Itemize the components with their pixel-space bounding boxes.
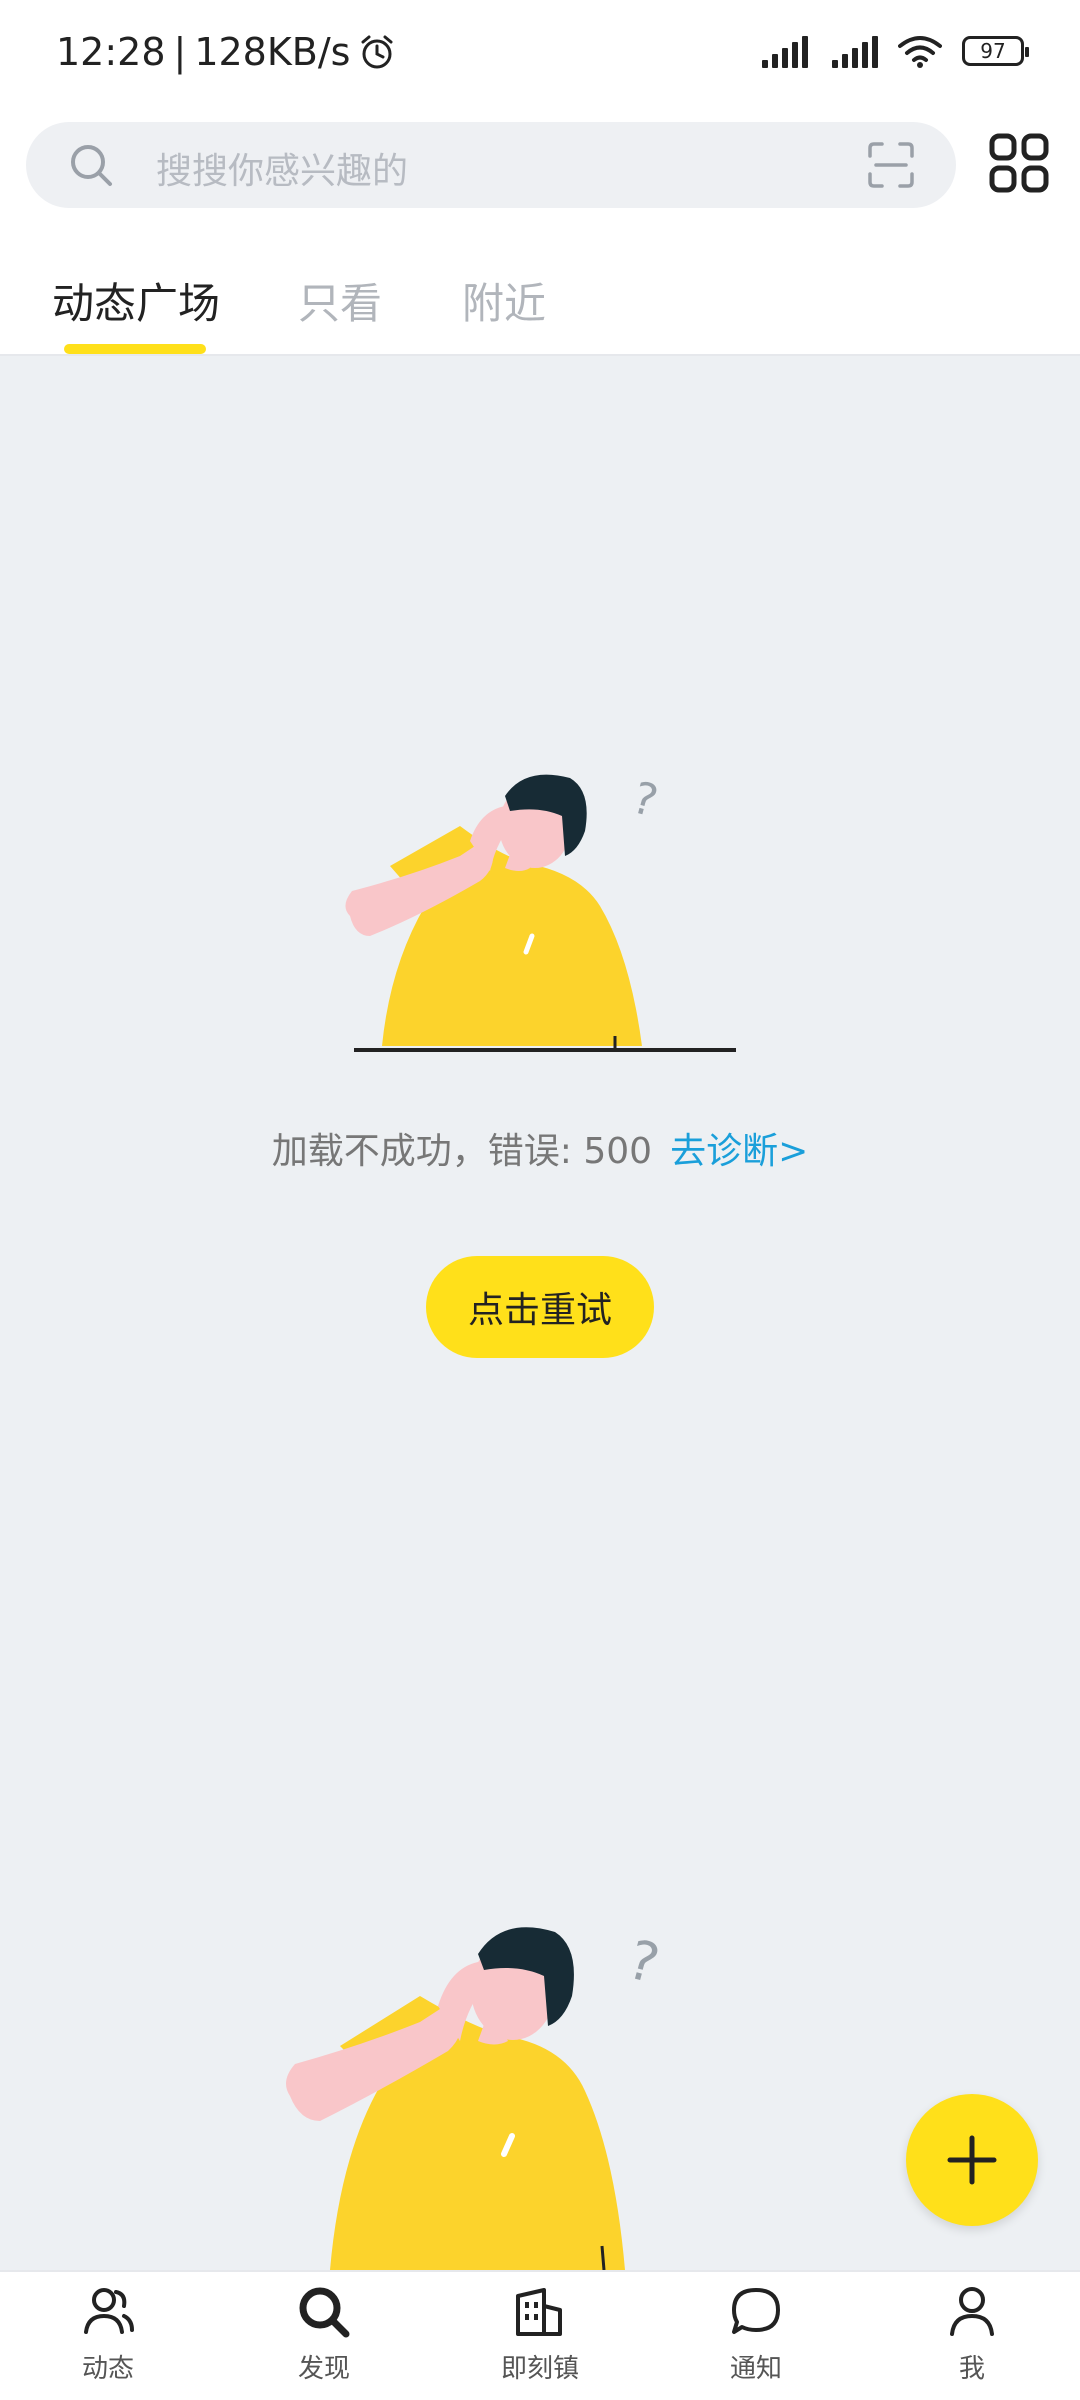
search-icon bbox=[299, 2287, 350, 2338]
diagnose-link[interactable]: 去诊断> bbox=[670, 1131, 808, 1172]
confused-person-illustration: ? bbox=[345, 772, 736, 1052]
tab-following[interactable]: 只看 bbox=[298, 270, 382, 331]
nav-item-notifications[interactable]: 通知 bbox=[686, 2282, 826, 2400]
nav-label: 通知 bbox=[729, 2354, 782, 2384]
nav-item-town[interactable]: 即刻镇 bbox=[470, 2282, 610, 2400]
person-icon bbox=[950, 2287, 994, 2336]
wifi-icon bbox=[898, 36, 942, 68]
alarm-icon bbox=[361, 35, 393, 69]
status-left: 12:28 | 128KB/s bbox=[56, 30, 396, 74]
status-time: 12:28 bbox=[56, 30, 166, 74]
confused-person-illustration: ? bbox=[286, 1927, 666, 2270]
error-message-row: 加载不成功，错误: 500 去诊断> bbox=[0, 1122, 1080, 1174]
tab-active-indicator bbox=[64, 344, 206, 354]
signal-icon bbox=[828, 34, 878, 68]
nav-label: 发现 bbox=[297, 2354, 350, 2384]
content-area: ? 加载不成功，错误: 500 去诊断> 点击重试 ? bbox=[0, 356, 1080, 2270]
create-post-button[interactable] bbox=[906, 2094, 1038, 2226]
tab-bar: 动态广场 只看 附近 bbox=[0, 250, 1080, 356]
building-icon bbox=[516, 2288, 562, 2336]
nav-label: 我 bbox=[958, 2354, 985, 2384]
tab-square[interactable]: 动态广场 bbox=[52, 270, 220, 331]
bottom-nav: 动态 发现 即刻镇 通知 我 bbox=[0, 2270, 1080, 2400]
nav-item-feed[interactable]: 动态 bbox=[38, 2282, 178, 2400]
nav-label: 动态 bbox=[81, 2354, 134, 2384]
status-divider: | bbox=[173, 30, 187, 74]
status-bar: 12:28 | 128KB/s 97 bbox=[0, 0, 1080, 110]
battery-icon: 97 bbox=[962, 36, 1029, 66]
nav-item-me[interactable]: 我 bbox=[902, 2282, 1042, 2400]
people-icon bbox=[84, 2288, 134, 2334]
signal-icon bbox=[758, 34, 808, 68]
status-speed: 128KB/s bbox=[194, 30, 351, 74]
chat-bubble-icon bbox=[732, 2288, 780, 2334]
grid-menu-icon[interactable] bbox=[988, 132, 1050, 194]
svg-text:?: ? bbox=[622, 1928, 666, 1996]
nav-item-discover[interactable]: 发现 bbox=[254, 2282, 394, 2400]
scan-icon[interactable] bbox=[866, 140, 916, 190]
retry-button[interactable]: 点击重试 bbox=[426, 1256, 654, 1358]
error-message: 加载不成功，错误: 500 bbox=[271, 1131, 653, 1172]
tab-nearby[interactable]: 附近 bbox=[462, 270, 546, 331]
search-bar[interactable]: 搜搜你感兴趣的 bbox=[26, 122, 956, 208]
search-input[interactable]: 搜搜你感兴趣的 bbox=[156, 142, 408, 194]
plus-icon bbox=[947, 2135, 997, 2185]
search-icon bbox=[71, 145, 112, 186]
svg-text:?: ? bbox=[627, 772, 663, 827]
status-right: 97 bbox=[758, 34, 1029, 68]
nav-label: 即刻镇 bbox=[500, 2354, 579, 2384]
battery-level: 97 bbox=[980, 39, 1006, 63]
